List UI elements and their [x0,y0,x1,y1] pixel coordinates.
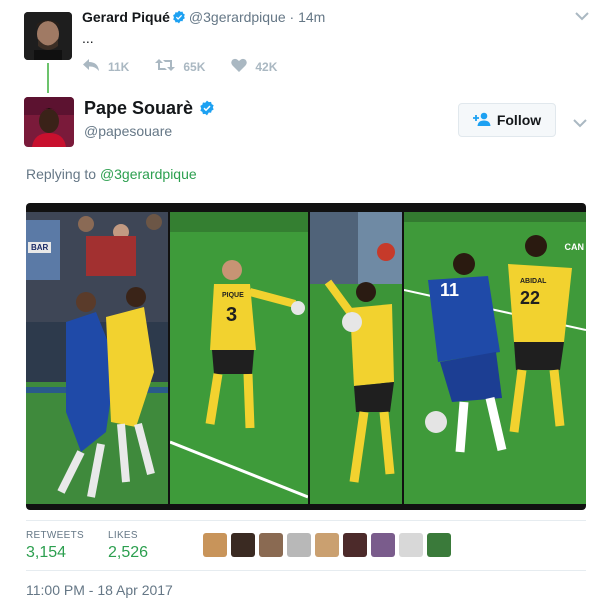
liker-avatar[interactable] [399,533,423,557]
parent-tweet-time[interactable]: 14m [298,9,325,25]
tweet-media-image[interactable]: BAR PIQUE 3 11 ABIDAL 22 CAN [26,203,586,510]
separator-dot: · [289,9,295,25]
liked-by-avatars [203,533,455,557]
liker-avatar[interactable] [203,533,227,557]
author-name[interactable]: Pape Souarè [84,98,193,118]
reply-icon [82,58,108,75]
parent-tweet-actions: 11K 65K 42K [82,58,303,75]
add-user-icon [472,112,497,129]
tweet-chevron-down-icon[interactable] [573,115,587,133]
likes-label: LIKES [108,530,138,541]
retweet-button[interactable]: 65K [155,58,205,75]
retweets-label: RETWEETS [26,530,84,541]
media-panel-3 [310,212,402,504]
like-button[interactable]: 42K [231,58,277,75]
media-panel-1: BAR [26,212,168,504]
parent-chevron-down-icon[interactable] [575,8,589,26]
abidal-shirt-number: 22 [520,288,541,308]
replying-prefix: Replying to [26,166,97,182]
follow-button[interactable]: Follow [458,103,556,137]
liker-avatar[interactable] [315,533,339,557]
retweet-icon [155,58,183,75]
media-panel-2: PIQUE 3 [170,212,308,504]
liker-avatar[interactable] [259,533,283,557]
retweet-count: 65K [183,59,206,74]
reply-button[interactable]: 11K [82,58,129,75]
broadcaster-logo: CAN [564,242,585,252]
pique-shirt-number: 3 [226,304,238,326]
liker-avatar[interactable] [371,533,395,557]
heart-icon [231,58,255,75]
verified-badge-icon [199,100,215,121]
author-handle[interactable]: @papesouare [84,123,172,139]
liker-avatar[interactable] [427,533,451,557]
liker-avatar[interactable] [343,533,367,557]
author-avatar[interactable] [24,97,74,147]
parent-author-handle[interactable]: @3gerardpique [189,9,286,25]
parent-avatar[interactable] [24,12,72,60]
replying-to: Replying to @3gerardpique [26,166,197,182]
liker-avatar[interactable] [287,533,311,557]
replying-to-link[interactable]: @3gerardpique [100,166,197,182]
media-panel-4: 11 ABIDAL 22 CAN [404,212,586,504]
drogba-shirt-number: 11 [440,280,460,300]
parent-author-name[interactable]: Gerard Piqué [82,9,170,25]
stats-divider-top [26,520,586,521]
liker-avatar[interactable] [231,533,255,557]
thread-connector-line [47,63,49,93]
likes-count[interactable]: 2,526 [108,544,148,562]
like-count: 42K [255,59,278,74]
pique-shirt-name: PIQUE [222,292,244,299]
tweet-timestamp[interactable]: 11:00 PM - 18 Apr 2017 [26,582,173,598]
reply-count: 11K [108,59,130,74]
scoreboard-badge: BAR [28,242,52,253]
abidal-shirt-name: ABIDAL [520,278,547,285]
retweets-count[interactable]: 3,154 [26,544,66,562]
verified-badge-icon [172,10,186,27]
parent-tweet-text: ... [82,30,94,46]
stats-divider-bottom [26,570,586,571]
parent-tweet: Gerard Piqué @3gerardpique · 14m ... 11K … [0,0,608,93]
follow-label: Follow [496,112,542,128]
